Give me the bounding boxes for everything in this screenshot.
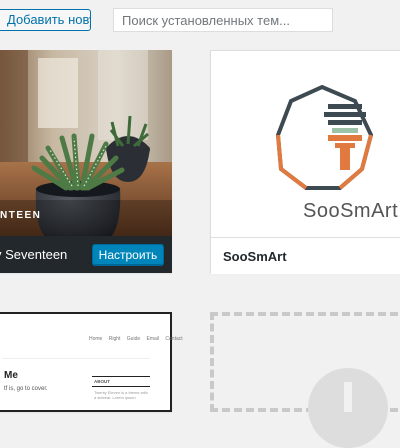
preview-divider <box>92 376 150 377</box>
theme-screenshot[interactable]: NTEEN <box>0 50 172 236</box>
theme-name: SooSmArt <box>223 249 287 264</box>
theme-name: y Seventeen <box>0 247 68 262</box>
preview-sidebar-title: ABOUT <box>94 379 110 384</box>
search-themes-input[interactable] <box>113 8 333 32</box>
customize-button[interactable]: Настроить <box>92 244 164 266</box>
preview-divider <box>2 358 150 359</box>
plant-photo <box>0 50 172 236</box>
theme-card-twentyseventeen[interactable]: NTEEN y Seventeen Настроить <box>0 50 172 273</box>
theme-card-soosmart[interactable]: SooSmArt SooSmArt <box>210 50 400 274</box>
preview-text: tf is, go to cover. <box>4 386 48 392</box>
preview-nav: Home Right Guide Email Contact <box>89 336 183 342</box>
plus-icon <box>308 368 388 448</box>
theme-screenshot-brand: NTEEN <box>0 210 42 221</box>
theme-card-third[interactable]: Home Right Guide Email Contact Me tf is,… <box>0 312 183 412</box>
soosmart-logo-text: SooSmArt <box>303 200 399 222</box>
theme-footer: y Seventeen Настроить <box>0 236 172 273</box>
add-new-theme-card[interactable] <box>210 312 400 448</box>
preview-sidebar-text: Twenty Eleven is a theme with a sidebar.… <box>94 390 148 400</box>
preview-site-title: Me <box>4 370 18 381</box>
preview-divider <box>92 386 150 387</box>
theme-footer: SooSmArt <box>211 237 400 274</box>
theme-screenshot[interactable]: SooSmArt <box>211 51 400 237</box>
add-new-theme-button[interactable]: Добавить новую <box>0 9 91 31</box>
